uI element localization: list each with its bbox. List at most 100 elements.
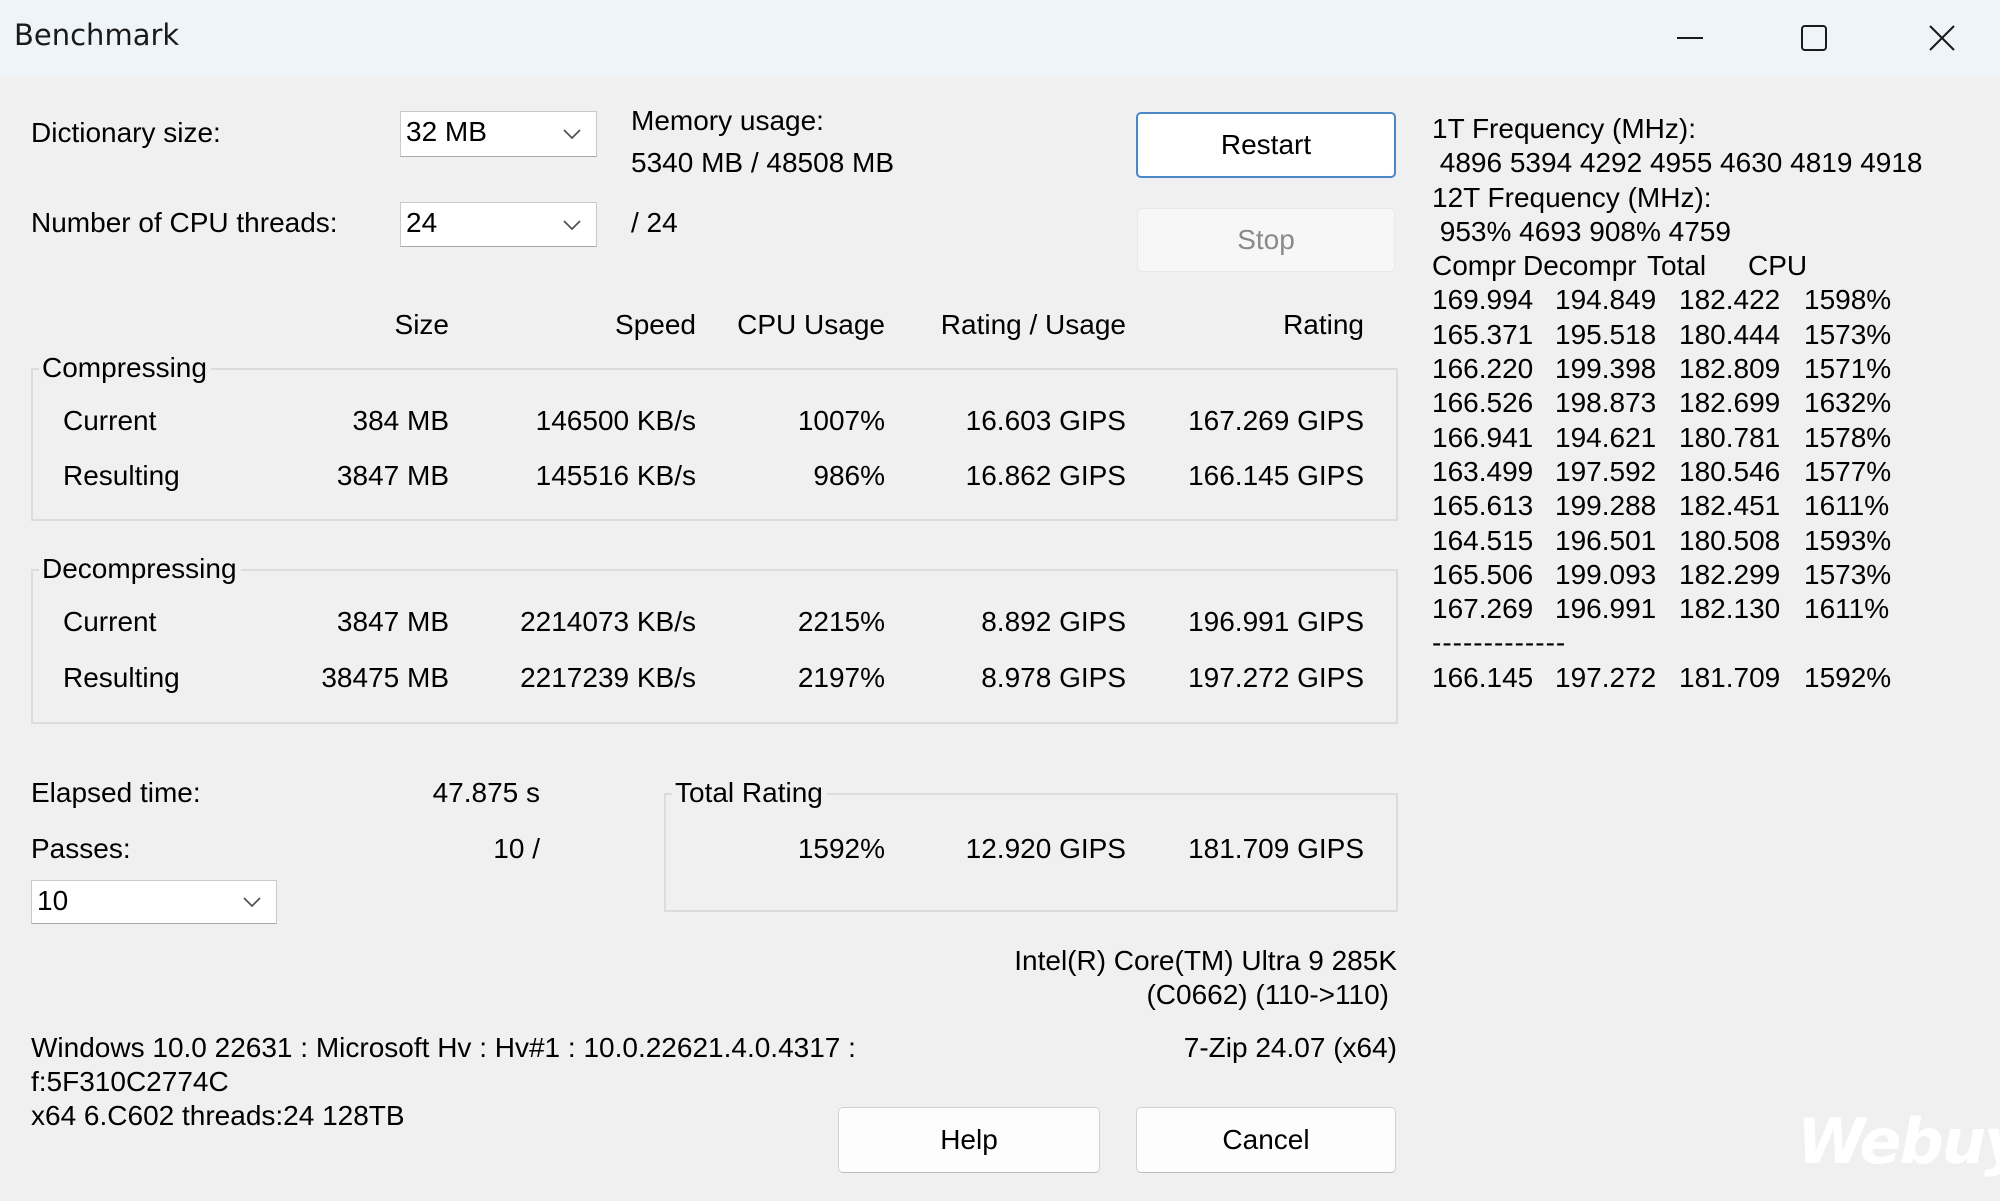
minimize-icon xyxy=(1677,37,1703,39)
log-total: 180.546 xyxy=(1679,455,1781,487)
elapsed-time-value: 47.875 s xyxy=(432,777,540,808)
help-button[interactable]: Help xyxy=(838,1107,1100,1173)
header-rating-usage: Rating / Usage xyxy=(940,309,1126,340)
log-decompr: 199.288 xyxy=(1555,490,1657,522)
log-cpu: 1578% xyxy=(1804,421,1892,453)
log-cpu: 1573% xyxy=(1804,318,1892,350)
row-speed: 2214073 KB/s xyxy=(520,606,696,637)
elapsed-time-label: Elapsed time: xyxy=(31,777,201,808)
total-rating-title: Total Rating xyxy=(672,776,827,810)
log-cpu: 1577% xyxy=(1804,455,1892,487)
cpu-threads-label: Number of CPU threads: xyxy=(31,207,338,238)
log-separator: ------------- xyxy=(1432,627,1567,659)
compressing-title: Compressing xyxy=(39,351,211,385)
chevron-down-icon xyxy=(563,129,581,140)
row-label: Current xyxy=(63,405,157,436)
row-rating-usage: 16.862 GIPS xyxy=(965,460,1126,491)
log-decompr: 199.093 xyxy=(1555,558,1657,590)
log-pass-row: 165.371 195.518 180.444 1573% xyxy=(1432,318,1922,352)
log-pass-row: 165.613 199.288 182.451 1611% xyxy=(1432,489,1922,523)
log-decompr: 196.991 xyxy=(1555,593,1657,625)
maximize-button[interactable] xyxy=(1754,0,1874,76)
dictionary-size-select[interactable]: 32 MB xyxy=(400,111,597,157)
log-avg-compr: 166.145 xyxy=(1432,661,1534,693)
log-compr: 165.371 xyxy=(1432,318,1534,350)
title-bar: Benchmark xyxy=(0,0,2000,76)
log-compr: 167.269 xyxy=(1432,593,1534,625)
log-pass-row: 163.499 197.592 180.546 1577% xyxy=(1432,455,1922,489)
row-size: 3847 MB xyxy=(336,606,449,637)
row-cpu-usage: 2197% xyxy=(797,662,885,693)
log-avg-total: 181.709 xyxy=(1679,661,1781,693)
log-cpu: 1573% xyxy=(1804,558,1892,590)
log-col-decompr: Decompr xyxy=(1523,250,1637,282)
cpu-threads-select[interactable]: 24 xyxy=(400,202,597,247)
log-pass-row: 166.941 194.621 180.781 1578% xyxy=(1432,421,1922,455)
total-rating-value: 181.709 GIPS xyxy=(1188,833,1364,864)
decompressing-title: Decompressing xyxy=(39,552,241,586)
minimize-button[interactable] xyxy=(1630,0,1750,76)
cancel-button[interactable]: Cancel xyxy=(1136,1107,1396,1173)
total-rating-usage: 12.920 GIPS xyxy=(965,833,1126,864)
log-col-cpu: CPU xyxy=(1748,250,1808,282)
log-total: 180.781 xyxy=(1679,421,1781,453)
log-total: 182.130 xyxy=(1679,593,1781,625)
chevron-down-icon xyxy=(243,897,261,908)
row-size: 38475 MB xyxy=(321,662,449,693)
log-rows: 169.994 194.849 182.422 1598% 165.371 195.518… xyxy=(1432,283,1922,626)
chevron-down-icon xyxy=(563,219,581,230)
log-pass-row: 165.506 199.093 182.299 1573% xyxy=(1432,558,1922,592)
log-compr: 163.499 xyxy=(1432,455,1534,487)
log-header: Compr Decompr Total CPU xyxy=(1432,249,1922,283)
restart-button[interactable]: Restart xyxy=(1136,112,1396,178)
decompressing-group xyxy=(31,569,1398,724)
header-cpu-usage: CPU Usage xyxy=(737,309,885,340)
log-decompr: 198.873 xyxy=(1555,387,1657,419)
window-title: Benchmark xyxy=(14,18,180,52)
close-icon xyxy=(1929,25,1955,51)
row-label: Resulting xyxy=(63,460,180,491)
stop-button[interactable]: Stop xyxy=(1137,208,1395,272)
row-cpu-usage: 1007% xyxy=(797,405,885,436)
row-rating: 197.272 GIPS xyxy=(1188,662,1364,693)
log-cpu: 1593% xyxy=(1804,524,1892,556)
log-compr: 166.941 xyxy=(1432,421,1534,453)
log-cpu: 1571% xyxy=(1804,353,1892,385)
log-compr: 169.994 xyxy=(1432,284,1534,316)
log-col-compr: Compr xyxy=(1432,250,1517,282)
log-pass-row: 169.994 194.849 182.422 1598% xyxy=(1432,283,1922,317)
row-speed: 146500 KB/s xyxy=(535,405,696,436)
dictionary-size-value: 32 MB xyxy=(406,116,487,147)
log-cpu: 1611% xyxy=(1804,490,1890,522)
log-compr: 165.506 xyxy=(1432,558,1534,590)
cpu-threads-value: 24 xyxy=(406,207,438,238)
row-size: 3847 MB xyxy=(336,460,449,491)
log-cpu: 1632% xyxy=(1804,387,1892,419)
dictionary-size-label: Dictionary size: xyxy=(31,117,221,148)
log-pass-row: 166.526 198.873 182.699 1632% xyxy=(1432,386,1922,420)
total-cpu-usage: 1592% xyxy=(797,833,885,864)
row-label: Current xyxy=(63,606,157,637)
log-decompr: 195.518 xyxy=(1555,318,1657,350)
row-speed: 145516 KB/s xyxy=(535,460,696,491)
log-pass-row: 164.515 196.501 180.508 1593% xyxy=(1432,524,1922,558)
log-pass-row: 166.220 199.398 182.809 1571% xyxy=(1432,352,1922,386)
log-average-row: 166.145 197.272 181.709 1592% xyxy=(1432,661,1922,695)
log-pass-row: 167.269 196.991 182.130 1611% xyxy=(1432,592,1922,626)
log-total: 182.422 xyxy=(1679,284,1781,316)
log-compr: 166.526 xyxy=(1432,387,1534,419)
log-avg-decompr: 197.272 xyxy=(1555,661,1657,693)
passes-select-value: 10 xyxy=(37,885,69,916)
close-button[interactable] xyxy=(1882,0,2000,76)
cpu-threads-max: / 24 xyxy=(631,207,678,238)
log-total: 182.699 xyxy=(1679,387,1781,419)
watermark-logo: Webuy xyxy=(1797,1105,2000,1178)
memory-usage-label: Memory usage: xyxy=(631,105,824,136)
row-label: Resulting xyxy=(63,662,180,693)
log-total: 182.451 xyxy=(1679,490,1781,522)
log-total: 180.508 xyxy=(1679,524,1781,556)
passes-select[interactable]: 10 xyxy=(31,880,277,924)
header-rating: Rating xyxy=(1283,309,1364,340)
log-cpu: 1598% xyxy=(1804,284,1892,316)
log-total: 182.809 xyxy=(1679,353,1781,385)
